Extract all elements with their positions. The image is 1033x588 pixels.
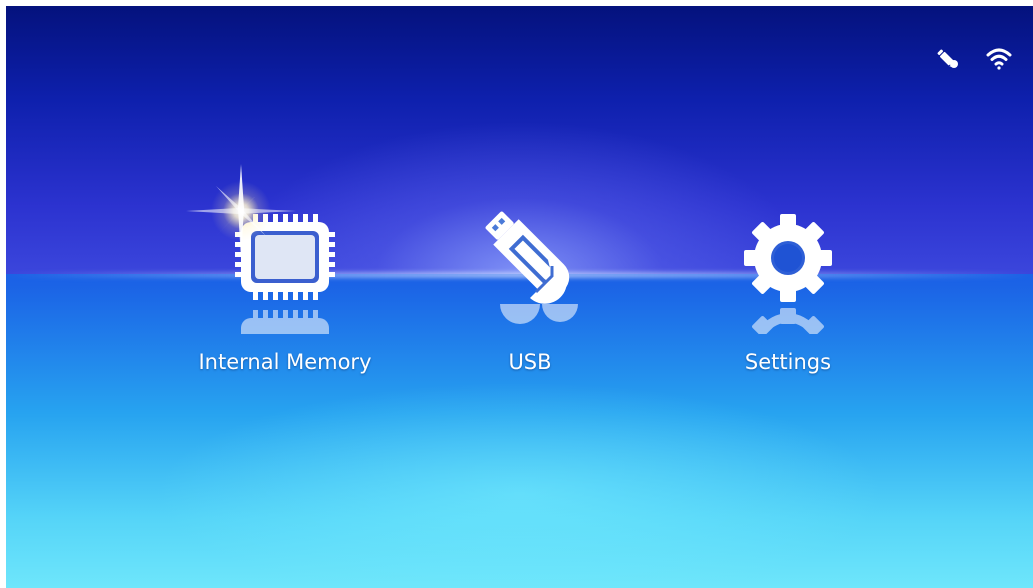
memory-chip-reflection [235,304,335,334]
menu-label-internal-memory: Internal Memory [198,350,372,374]
gear-icon [738,206,838,306]
memory-chip-icon [235,206,335,306]
menu-label-usb: USB [508,350,552,374]
menu-item-usb[interactable]: USB [430,206,630,386]
wifi-icon [986,46,1012,72]
menu-item-settings[interactable]: Settings [688,206,888,386]
usb-drive-reflection [480,304,580,334]
pen-icon [934,46,960,72]
menu-item-internal-memory[interactable]: Internal Memory [185,206,385,386]
home-screen: Internal Memory USB Settings [6,6,1033,588]
gear-reflection [738,304,838,334]
usb-drive-icon [480,206,580,306]
menu-label-settings: Settings [744,350,832,374]
